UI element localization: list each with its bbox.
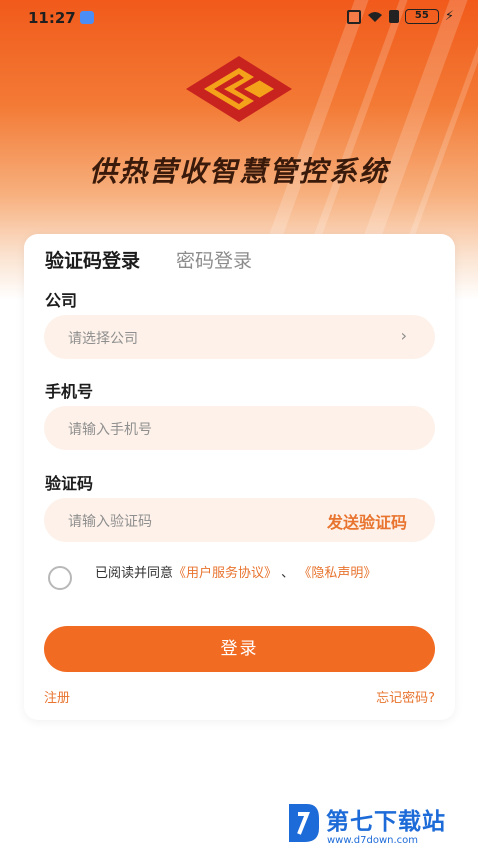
charging-icon: ⚡ xyxy=(444,9,454,24)
status-time: 11:27 xyxy=(28,9,76,27)
watermark-url: www.d7down.com xyxy=(327,835,419,846)
company-placeholder: 请选择公司 xyxy=(68,331,138,347)
forgot-password-link[interactable]: 忘记密码? xyxy=(376,687,435,706)
privacy-link[interactable]: 《隐私声明》 xyxy=(298,566,376,581)
agreement-separator: 、 xyxy=(281,566,295,581)
tab-sms-login[interactable]: 验证码登录 xyxy=(45,246,140,273)
code-placeholder: 请输入验证码 xyxy=(68,514,152,530)
notification-app-icon xyxy=(80,11,94,24)
login-card: 验证码登录 密码登录 公司 请选择公司 › 手机号 请输入手机号 验证码 请输入… xyxy=(24,234,455,720)
user-agreement-link[interactable]: 《用户服务协议》 xyxy=(173,566,277,581)
company-select[interactable]: 请选择公司 › xyxy=(44,315,435,359)
watermark-name: 第七下载站 xyxy=(326,809,446,835)
agreement-prefix: 已阅读并同意 xyxy=(95,566,174,581)
agreement-text: 已阅读并同意《用户服务协议》 、 《隐私声明》 xyxy=(95,565,430,582)
chevron-right-icon: › xyxy=(400,326,407,345)
tab-password-login[interactable]: 密码登录 xyxy=(176,246,252,273)
wifi-icon xyxy=(367,11,382,22)
status-bar: 11:27 55 ⚡ xyxy=(0,0,478,36)
code-label: 验证码 xyxy=(45,474,94,493)
status-icons: 55 ⚡ xyxy=(346,9,454,24)
phone-label: 手机号 xyxy=(45,382,94,401)
register-link[interactable]: 注册 xyxy=(44,687,70,706)
phone-input[interactable]: 请输入手机号 xyxy=(44,406,435,450)
vibrate-icon xyxy=(346,9,361,24)
battery-icon: 55 xyxy=(404,9,439,24)
login-button[interactable]: 登录 xyxy=(44,626,435,672)
agreement-checkbox[interactable] xyxy=(48,566,72,590)
company-logo xyxy=(186,56,292,122)
company-label: 公司 xyxy=(45,291,78,310)
code-input[interactable]: 请输入验证码 发送验证码 xyxy=(44,498,435,542)
app-title: 供热营收智慧管控系统 xyxy=(88,155,389,188)
sim-icon xyxy=(388,10,399,23)
send-code-button[interactable]: 发送验证码 xyxy=(327,509,407,533)
phone-placeholder: 请输入手机号 xyxy=(68,422,152,438)
watermark-logo-icon xyxy=(289,804,319,842)
